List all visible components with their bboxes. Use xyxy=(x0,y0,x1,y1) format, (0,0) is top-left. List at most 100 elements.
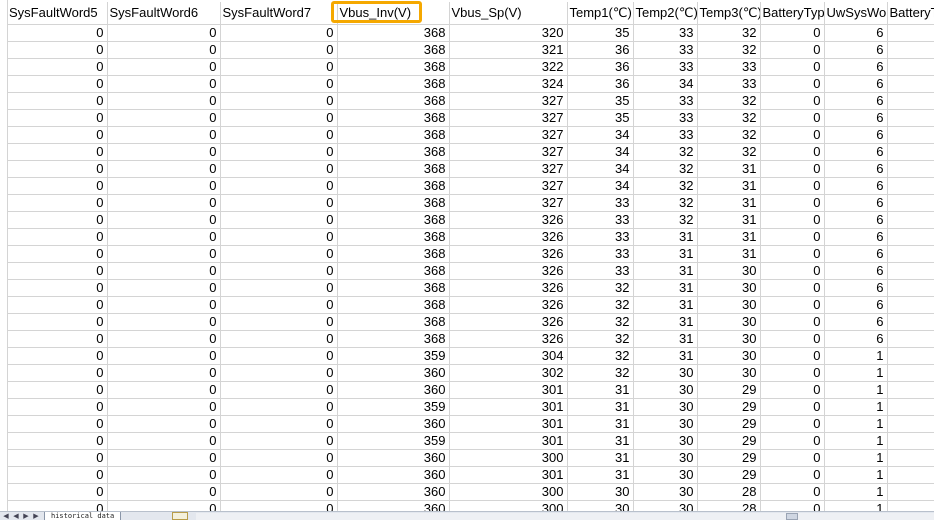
cell-uwsysworkmode[interactable]: 1 xyxy=(824,398,888,416)
cell-batteryt[interactable] xyxy=(887,41,934,59)
cell-vbus_sp[interactable]: 326 xyxy=(449,296,568,314)
cell-batterytype[interactable]: 0 xyxy=(760,75,825,93)
cell-vbus_inv[interactable]: 368 xyxy=(337,177,450,195)
cell-sysfaultword5[interactable]: 0 xyxy=(7,415,108,433)
cell-temp3[interactable]: 30 xyxy=(697,296,761,314)
cell-vbus_inv[interactable]: 368 xyxy=(337,194,450,212)
cell-sysfaultword7[interactable]: 0 xyxy=(220,245,338,263)
cell-temp3[interactable]: 32 xyxy=(697,126,761,144)
cell-sysfaultword5[interactable]: 0 xyxy=(7,143,108,161)
cell-sysfaultword5[interactable]: 0 xyxy=(7,211,108,229)
cell-sysfaultword5[interactable]: 0 xyxy=(7,58,108,76)
cell-batteryt[interactable] xyxy=(887,211,934,229)
cell-vbus_sp[interactable]: 326 xyxy=(449,228,568,246)
cell-sysfaultword5[interactable]: 0 xyxy=(7,500,108,511)
cell-vbus_sp[interactable]: 301 xyxy=(449,432,568,450)
cell-temp1[interactable]: 30 xyxy=(567,483,634,501)
cell-uwsysworkmode[interactable]: 6 xyxy=(824,126,888,144)
cell-temp1[interactable]: 31 xyxy=(567,466,634,484)
cell-temp3[interactable]: 32 xyxy=(697,41,761,59)
cell-vbus_sp[interactable]: 300 xyxy=(449,483,568,501)
cell-temp1[interactable]: 30 xyxy=(567,500,634,511)
cell-temp2[interactable]: 33 xyxy=(633,58,698,76)
cell-sysfaultword7[interactable]: 0 xyxy=(220,364,338,382)
cell-sysfaultword6[interactable]: 0 xyxy=(107,432,221,450)
column-header-batterytype[interactable]: BatteryTyp xyxy=(760,2,825,25)
cell-sysfaultword7[interactable]: 0 xyxy=(220,177,338,195)
cell-vbus_inv[interactable]: 368 xyxy=(337,296,450,314)
cell-uwsysworkmode[interactable]: 6 xyxy=(824,41,888,59)
cell-sysfaultword7[interactable]: 0 xyxy=(220,262,338,280)
cell-sysfaultword6[interactable]: 0 xyxy=(107,262,221,280)
cell-sysfaultword5[interactable]: 0 xyxy=(7,177,108,195)
cell-batteryt[interactable] xyxy=(887,228,934,246)
cell-uwsysworkmode[interactable]: 1 xyxy=(824,415,888,433)
cell-temp3[interactable]: 31 xyxy=(697,245,761,263)
cell-uwsysworkmode[interactable]: 6 xyxy=(824,245,888,263)
cell-uwsysworkmode[interactable]: 6 xyxy=(824,143,888,161)
cell-batterytype[interactable]: 0 xyxy=(760,449,825,467)
cell-vbus_sp[interactable]: 301 xyxy=(449,381,568,399)
cell-temp3[interactable]: 30 xyxy=(697,347,761,365)
cell-batterytype[interactable]: 0 xyxy=(760,24,825,42)
cell-batteryt[interactable] xyxy=(887,194,934,212)
cell-vbus_sp[interactable]: 327 xyxy=(449,143,568,161)
cell-temp2[interactable]: 31 xyxy=(633,296,698,314)
cell-vbus_inv[interactable]: 368 xyxy=(337,41,450,59)
cell-uwsysworkmode[interactable]: 6 xyxy=(824,296,888,314)
cell-vbus_inv[interactable]: 360 xyxy=(337,500,450,511)
cell-temp3[interactable]: 32 xyxy=(697,143,761,161)
cell-sysfaultword6[interactable]: 0 xyxy=(107,41,221,59)
column-header-uwsysworkmode[interactable]: UwSysWo xyxy=(824,2,888,25)
cell-vbus_inv[interactable]: 368 xyxy=(337,211,450,229)
cell-temp1[interactable]: 33 xyxy=(567,228,634,246)
cell-vbus_sp[interactable]: 326 xyxy=(449,330,568,348)
cell-temp1[interactable]: 31 xyxy=(567,432,634,450)
cell-temp3[interactable]: 29 xyxy=(697,466,761,484)
cell-batterytype[interactable]: 0 xyxy=(760,330,825,348)
cell-temp1[interactable]: 33 xyxy=(567,194,634,212)
cell-temp3[interactable]: 29 xyxy=(697,415,761,433)
cell-sysfaultword5[interactable]: 0 xyxy=(7,245,108,263)
cell-temp2[interactable]: 31 xyxy=(633,262,698,280)
cell-temp3[interactable]: 32 xyxy=(697,92,761,110)
cell-vbus_inv[interactable]: 368 xyxy=(337,92,450,110)
cell-batterytype[interactable]: 0 xyxy=(760,262,825,280)
cell-sysfaultword6[interactable]: 0 xyxy=(107,24,221,42)
cell-batterytype[interactable]: 0 xyxy=(760,279,825,297)
column-header-temp2[interactable]: Temp2(℃) xyxy=(633,2,698,25)
cell-batteryt[interactable] xyxy=(887,109,934,127)
cell-temp1[interactable]: 32 xyxy=(567,364,634,382)
cell-batteryt[interactable] xyxy=(887,160,934,178)
cell-sysfaultword5[interactable]: 0 xyxy=(7,109,108,127)
cell-sysfaultword5[interactable]: 0 xyxy=(7,24,108,42)
cell-sysfaultword6[interactable]: 0 xyxy=(107,194,221,212)
cell-vbus_sp[interactable]: 326 xyxy=(449,211,568,229)
cell-batteryt[interactable] xyxy=(887,143,934,161)
cell-batteryt[interactable] xyxy=(887,500,934,511)
cell-sysfaultword7[interactable]: 0 xyxy=(220,449,338,467)
cell-batterytype[interactable]: 0 xyxy=(760,160,825,178)
cell-sysfaultword7[interactable]: 0 xyxy=(220,109,338,127)
cell-vbus_inv[interactable]: 368 xyxy=(337,58,450,76)
cell-sysfaultword7[interactable]: 0 xyxy=(220,313,338,331)
cell-uwsysworkmode[interactable]: 1 xyxy=(824,483,888,501)
cell-sysfaultword5[interactable]: 0 xyxy=(7,228,108,246)
cell-batteryt[interactable] xyxy=(887,398,934,416)
cell-temp3[interactable]: 29 xyxy=(697,398,761,416)
cell-sysfaultword6[interactable]: 0 xyxy=(107,92,221,110)
cell-vbus_sp[interactable]: 322 xyxy=(449,58,568,76)
cell-uwsysworkmode[interactable]: 6 xyxy=(824,75,888,93)
cell-temp3[interactable]: 30 xyxy=(697,262,761,280)
cell-sysfaultword5[interactable]: 0 xyxy=(7,75,108,93)
cell-uwsysworkmode[interactable]: 6 xyxy=(824,313,888,331)
column-header-sysfaultword7[interactable]: SysFaultWord7 xyxy=(220,2,338,25)
cell-temp2[interactable]: 30 xyxy=(633,364,698,382)
cell-sysfaultword7[interactable]: 0 xyxy=(220,160,338,178)
cell-uwsysworkmode[interactable]: 1 xyxy=(824,381,888,399)
cell-vbus_sp[interactable]: 320 xyxy=(449,24,568,42)
cell-temp3[interactable]: 29 xyxy=(697,381,761,399)
cell-sysfaultword5[interactable]: 0 xyxy=(7,330,108,348)
cell-sysfaultword7[interactable]: 0 xyxy=(220,279,338,297)
column-header-vbus_sp[interactable]: Vbus_Sp(V) xyxy=(449,2,568,25)
